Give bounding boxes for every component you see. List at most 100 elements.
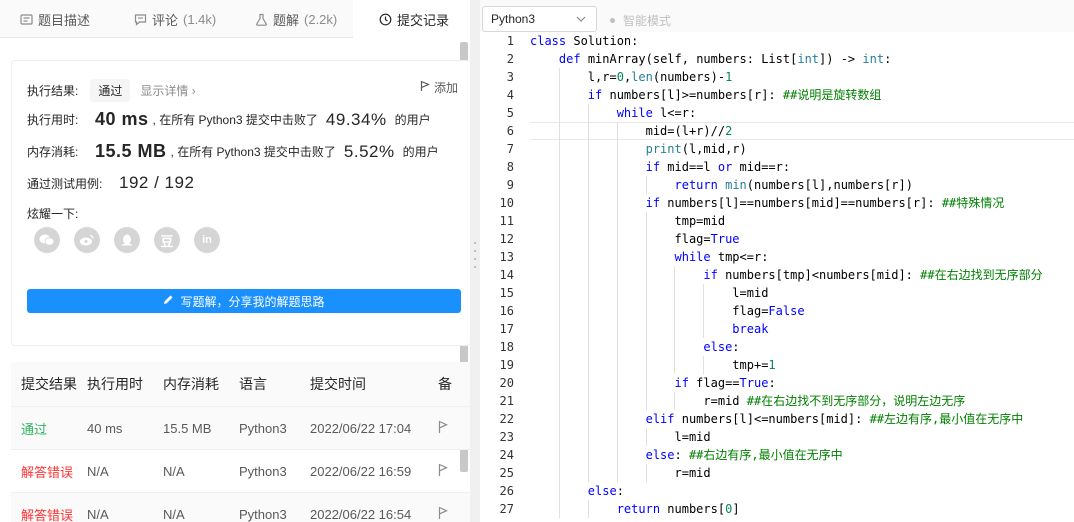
language-select[interactable]: Python3 [482, 6, 597, 32]
qq-icon[interactable] [114, 227, 140, 253]
code-token: l,r= [530, 70, 617, 84]
code-token: ##特殊情况 [941, 196, 1005, 210]
status-dot-icon [610, 18, 615, 23]
code-line[interactable]: else: ##右边有序,最小值在无序中 [530, 446, 843, 464]
add-note-button[interactable]: 添加 [420, 79, 458, 96]
row-memory: N/A [163, 463, 185, 479]
code-line[interactable]: if mid==l or mid==r: [530, 158, 791, 176]
code-token: : [616, 484, 624, 498]
row-result[interactable]: 通过 [11, 419, 87, 438]
code-line[interactable]: if numbers[tmp]<numbers[mid]: ##在右边找到无序部… [530, 266, 1042, 284]
tab-solutions[interactable]: 题解 (2.2k) [255, 0, 337, 38]
exec-result-label: 执行结果: [27, 84, 79, 98]
line-number: 2 [506, 52, 514, 66]
line-number: 24 [499, 448, 514, 462]
runtime-row: 执行用时: 40 ms , 在所有 Python3 提交中击败了 49.34% … [27, 109, 431, 130]
code-line[interactable]: tmp=mid [530, 212, 725, 230]
code-line[interactable]: return numbers[0] [530, 500, 740, 518]
code-line[interactable]: else: [530, 338, 740, 356]
col-memory: 内存消耗 [163, 376, 219, 392]
code-line[interactable]: return min(numbers[l],numbers[r]) [530, 176, 913, 194]
code-line[interactable]: mid=(l+r)//2 [530, 122, 733, 140]
col-result: 提交结果 [21, 376, 77, 392]
line-number: 3 [506, 70, 514, 84]
smart-mode-toggle[interactable]: 智能模式 [610, 12, 671, 29]
code-token: numbers[tmp]<numbers[mid]: [717, 268, 921, 282]
linkedin-icon[interactable]: in [194, 227, 220, 253]
line-number: 4 [506, 88, 514, 102]
code-token: if [703, 268, 718, 282]
panel-splitter[interactable] [470, 0, 480, 522]
line-number: 1 [506, 34, 514, 48]
code-line[interactable]: if numbers[l]>=numbers[r]: ##说明是旋转数组 [530, 86, 882, 104]
code-line[interactable]: if flag==True: [530, 374, 776, 392]
tab-submissions[interactable]: 提交记录 [353, 0, 470, 39]
write-solution-button[interactable]: 写题解，分享我的解题思路 [27, 289, 461, 313]
code-token: class [530, 34, 567, 48]
code-token: int [797, 52, 820, 66]
code-line[interactable]: def minArray(self, numbers: List[int]) -… [530, 50, 891, 68]
line-number: 21 [499, 394, 514, 408]
code-line[interactable]: class Solution: [530, 32, 638, 50]
memory-label: 内存消耗: [27, 145, 79, 159]
wechat-icon[interactable] [34, 227, 60, 253]
table-row[interactable]: 解答错误 N/A N/A Python3 2022/06/22 16:54 [11, 492, 470, 522]
code-line[interactable]: tmp+=1 [530, 356, 775, 374]
code-line[interactable]: print(l,mid,r) [530, 140, 747, 158]
code-token: if [587, 88, 603, 102]
tab-comments[interactable]: 评论 (1.4k) [134, 0, 216, 38]
line-number: 26 [499, 484, 514, 498]
code-line[interactable]: flag=True [530, 230, 740, 248]
table-row[interactable]: 解答错误 N/A N/A Python3 2022/06/22 16:59 [11, 449, 470, 492]
flag-icon[interactable] [438, 506, 458, 522]
flag-icon[interactable] [438, 463, 458, 480]
splitter-grip-dot [474, 258, 476, 260]
code-token: l=mid [530, 286, 769, 300]
code-token: : [732, 340, 740, 354]
code-line[interactable]: while tmp<=r: [530, 248, 769, 266]
code-token: if [674, 376, 689, 390]
memory-text: , 在所有 Python3 提交中击败了 [170, 145, 336, 159]
code-token: return [616, 502, 661, 516]
row-result[interactable]: 解答错误 [11, 505, 87, 522]
code-line[interactable]: l=mid [530, 428, 710, 446]
code-token: True [710, 232, 740, 246]
tab-description[interactable]: 题目描述 [20, 0, 90, 38]
row-memory: 15.5 MB [163, 420, 212, 436]
pencil-icon [163, 294, 174, 308]
code-line[interactable]: l,r=0,len(numbers)-1 [530, 68, 733, 86]
code-token: print [645, 142, 682, 156]
code-line[interactable]: if numbers[l]==numbers[mid]==numbers[r]:… [530, 194, 1005, 212]
code-line[interactable]: elif numbers[l]<=numbers[mid]: ##左边有序,最小… [530, 410, 1024, 428]
douban-icon[interactable]: 豆 [154, 227, 180, 253]
code-line[interactable]: r=mid [530, 464, 710, 482]
line-number: 12 [499, 232, 514, 246]
runtime-suffix: 的用户 [394, 113, 431, 127]
code-token: numbers[ [660, 502, 726, 516]
code-token: if [645, 160, 661, 174]
weibo-icon[interactable] [74, 227, 100, 253]
table-row[interactable]: 通过 40 ms 15.5 MB Python3 2022/06/22 17:04 [11, 406, 470, 449]
code-line[interactable]: break [530, 320, 768, 338]
code-line[interactable]: else: [530, 482, 624, 500]
row-submit-time: 2022/06/22 17:04 [310, 420, 412, 436]
language-value: Python3 [491, 12, 536, 26]
show-details-link[interactable]: 显示详情 › [140, 82, 195, 99]
code-line[interactable]: flag=False [530, 302, 804, 320]
row-result[interactable]: 解答错误 [11, 462, 87, 481]
flag-icon[interactable] [438, 420, 458, 437]
line-number: 20 [499, 376, 514, 390]
code-line[interactable]: while l<=r: [530, 104, 696, 122]
code-token: tmp<=r: [710, 250, 769, 264]
runtime-percent: 49.34% [325, 109, 387, 129]
result-card: 执行结果: 通过 显示详情 › 添加 执行用时: 40 ms , 在所有 Pyt… [11, 60, 470, 346]
code-editor[interactable]: 1 2 3 4 5 6 7 8 9 10 11 12 13 14 15 16 17 18 19 20 21 22 23 24 2… [480, 32, 1074, 522]
code-line[interactable]: l=mid [530, 284, 768, 302]
code-line[interactable]: r=mid ##在右边找不到无序部分，说明左边无序 [530, 392, 965, 410]
code-area[interactable]: class Solution: def minArray(self, numbe… [530, 32, 1074, 522]
